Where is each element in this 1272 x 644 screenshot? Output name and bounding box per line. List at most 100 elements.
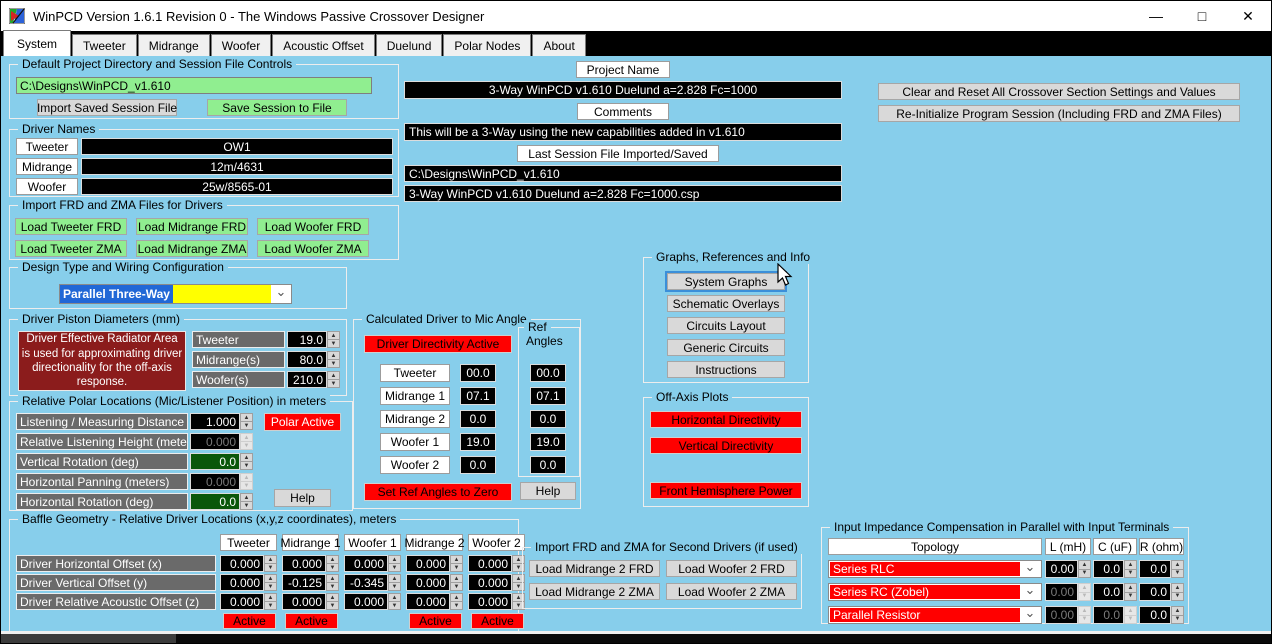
baffle-x-woofer1[interactable]: 0.000	[344, 555, 388, 572]
impedance-l-1[interactable]: 0.00	[1045, 560, 1078, 578]
baffle-z-midrange2-spinner[interactable]	[450, 593, 463, 610]
baffle-z-midrange2[interactable]: 0.000	[406, 593, 450, 610]
horizontal-rotation-spinner[interactable]	[240, 493, 253, 510]
baffle-x-midrange2-spinner[interactable]	[450, 555, 463, 572]
piston-midrange-spinner[interactable]	[327, 351, 340, 368]
polar-help-button[interactable]: Help	[274, 489, 331, 507]
clear-reset-button[interactable]: Clear and Reset All Crossover Section Se…	[878, 83, 1240, 100]
impedance-r-3[interactable]: 0.0	[1139, 606, 1171, 624]
impedance-r-3-spinner[interactable]	[1171, 606, 1184, 624]
baffle-x-woofer1-spinner[interactable]	[388, 555, 401, 572]
driver-directivity-button[interactable]: Driver Directivity Active	[364, 335, 512, 353]
listening-distance-spinner[interactable]	[240, 413, 253, 430]
piston-tweeter-value[interactable]: 19.0	[287, 331, 327, 348]
tab-woofer[interactable]: Woofer	[210, 34, 272, 56]
load-midrange2-frd-button[interactable]: Load Midrange 2 FRD	[529, 560, 660, 577]
tab-about[interactable]: About	[532, 34, 586, 56]
chevron-down-icon[interactable]	[1020, 585, 1040, 599]
tab-tweeter[interactable]: Tweeter	[72, 34, 137, 56]
baffle-z-woofer1[interactable]: 0.000	[344, 593, 388, 610]
tweeter-name-field[interactable]: OW1	[81, 138, 393, 155]
maximize-button[interactable]: □	[1179, 1, 1225, 31]
woofer-name-field[interactable]: 25w/8565-01	[81, 178, 393, 195]
load-woofer-frd-button[interactable]: Load Woofer FRD	[257, 218, 369, 235]
ref-angles-help-button[interactable]: Help	[520, 482, 576, 500]
load-midrange2-zma-button[interactable]: Load Midrange 2 ZMA	[529, 583, 660, 600]
impedance-r-1-spinner[interactable]	[1171, 560, 1184, 578]
project-directory-input[interactable]: C:\Designs\WinPCD_v1.610	[16, 77, 372, 94]
baffle-y-tweeter-spinner[interactable]	[264, 574, 277, 591]
comments-field[interactable]: This will be a 3-Way using the new capab…	[404, 123, 842, 141]
piston-midrange-value[interactable]: 80.0	[287, 351, 327, 368]
topology-dropdown-3[interactable]: Parallel Resistor	[828, 606, 1042, 624]
baffle-x-tweeter[interactable]: 0.000	[220, 555, 264, 572]
topology-dropdown-2[interactable]: Series RC (Zobel)	[828, 583, 1042, 601]
chevron-down-icon[interactable]	[1020, 608, 1040, 622]
baffle-active-midrange1-button[interactable]: Active	[285, 613, 338, 629]
baffle-y-midrange2-spinner[interactable]	[450, 574, 463, 591]
instructions-button[interactable]: Instructions	[667, 361, 785, 378]
tab-midrange[interactable]: Midrange	[137, 34, 210, 56]
horizontal-directivity-button[interactable]: Horizontal Directivity	[650, 411, 802, 428]
load-woofer-zma-button[interactable]: Load Woofer ZMA	[257, 240, 369, 257]
listening-distance-value[interactable]: 1.000	[190, 413, 240, 430]
chevron-down-icon[interactable]	[271, 285, 291, 303]
impedance-l-1-spinner[interactable]	[1078, 560, 1091, 578]
polar-active-button[interactable]: Polar Active	[264, 413, 341, 431]
impedance-c-2[interactable]: 0.0	[1093, 583, 1124, 601]
baffle-active-woofer2-button[interactable]: Active	[471, 613, 524, 629]
session-file-field[interactable]: 3-Way WinPCD v1.610 Duelund a=2.828 Fc=1…	[404, 185, 842, 202]
midrange-name-field[interactable]: 12m/4631	[81, 158, 393, 175]
reinitialize-button[interactable]: Re-Initialize Program Session (Including…	[878, 105, 1240, 122]
baffle-y-midrange1[interactable]: -0.125	[282, 574, 326, 591]
vertical-rotation-value[interactable]: 0.0	[190, 453, 240, 470]
system-graphs-button[interactable]: System Graphs	[667, 273, 785, 290]
load-woofer2-zma-button[interactable]: Load Woofer 2 ZMA	[666, 583, 797, 600]
baffle-z-midrange1-spinner[interactable]	[326, 593, 339, 610]
baffle-y-tweeter[interactable]: 0.000	[220, 574, 264, 591]
tab-duelund[interactable]: Duelund	[375, 34, 443, 56]
front-hemisphere-power-button[interactable]: Front Hemisphere Power	[650, 482, 802, 499]
session-path-field[interactable]: C:\Designs\WinPCD_v1.610	[404, 165, 842, 182]
baffle-z-woofer2[interactable]: 0.000	[468, 593, 512, 610]
load-midrange-frd-button[interactable]: Load Midrange FRD	[136, 218, 248, 235]
save-session-button[interactable]: Save Session to File	[207, 99, 347, 116]
baffle-x-tweeter-spinner[interactable]	[264, 555, 277, 572]
horizontal-rotation-value[interactable]: 0.0	[190, 493, 240, 510]
impedance-c-1-spinner[interactable]	[1124, 560, 1137, 578]
minimize-button[interactable]: —	[1133, 1, 1179, 31]
baffle-z-tweeter-spinner[interactable]	[264, 593, 277, 610]
close-button[interactable]: ✕	[1225, 1, 1271, 31]
piston-woofer-spinner[interactable]	[327, 371, 340, 388]
load-midrange-zma-button[interactable]: Load Midrange ZMA	[136, 240, 248, 257]
generic-circuits-button[interactable]: Generic Circuits	[667, 339, 785, 356]
baffle-y-woofer1[interactable]: -0.345	[344, 574, 388, 591]
topology-dropdown-1[interactable]: Series RLC	[828, 560, 1042, 578]
tab-acoustic-offset[interactable]: Acoustic Offset	[272, 34, 375, 56]
tab-polar-nodes[interactable]: Polar Nodes	[443, 34, 532, 56]
schematic-overlays-button[interactable]: Schematic Overlays	[667, 295, 785, 312]
baffle-z-tweeter[interactable]: 0.000	[220, 593, 264, 610]
baffle-z-midrange1[interactable]: 0.000	[282, 593, 326, 610]
vertical-directivity-button[interactable]: Vertical Directivity	[650, 437, 802, 454]
baffle-x-midrange2[interactable]: 0.000	[406, 555, 450, 572]
impedance-r-2-spinner[interactable]	[1171, 583, 1184, 601]
impedance-c-1[interactable]: 0.0	[1093, 560, 1124, 578]
import-session-button[interactable]: Import Saved Session File	[37, 99, 177, 116]
set-ref-angles-button[interactable]: Set Ref Angles to Zero	[364, 483, 512, 501]
impedance-r-1[interactable]: 0.0	[1139, 560, 1171, 578]
project-name-field[interactable]: 3-Way WinPCD v1.610 Duelund a=2.828 Fc=1…	[404, 81, 842, 99]
baffle-y-midrange2[interactable]: 0.000	[406, 574, 450, 591]
baffle-x-woofer2[interactable]: 0.000	[468, 555, 512, 572]
impedance-c-2-spinner[interactable]	[1124, 583, 1137, 601]
circuits-layout-button[interactable]: Circuits Layout	[667, 317, 785, 334]
tab-system[interactable]: System	[3, 30, 72, 56]
design-type-dropdown[interactable]: Parallel Three-Way	[59, 284, 292, 304]
load-tweeter-zma-button[interactable]: Load Tweeter ZMA	[15, 240, 127, 257]
load-tweeter-frd-button[interactable]: Load Tweeter FRD	[15, 218, 127, 235]
baffle-z-woofer1-spinner[interactable]	[388, 593, 401, 610]
baffle-x-midrange1[interactable]: 0.000	[282, 555, 326, 572]
baffle-active-midrange2-button[interactable]: Active	[409, 613, 462, 629]
piston-tweeter-spinner[interactable]	[327, 331, 340, 348]
chevron-down-icon[interactable]	[1020, 562, 1040, 576]
